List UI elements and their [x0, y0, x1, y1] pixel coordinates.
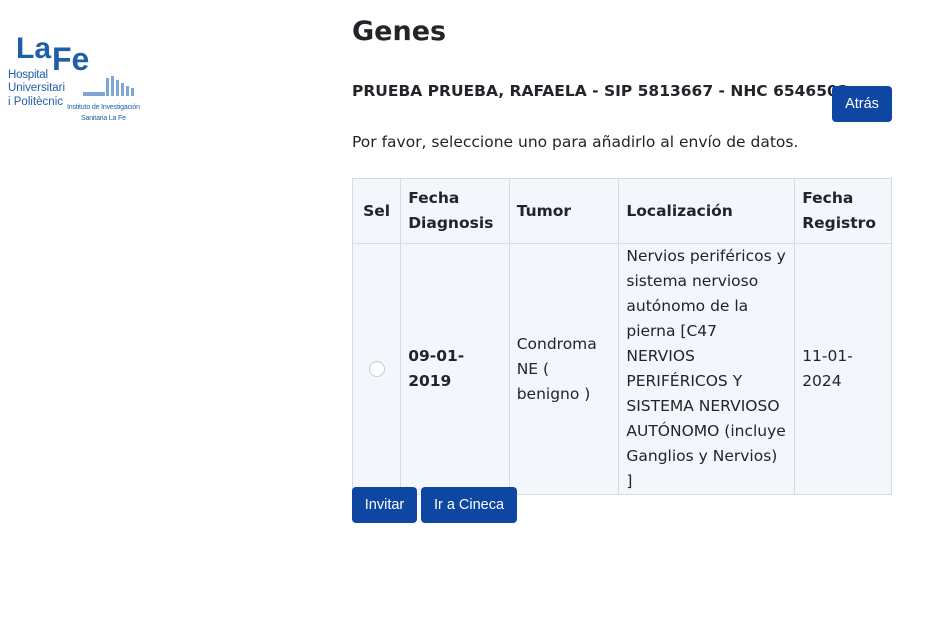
- table-header-row: Sel Fecha Diagnosis Tumor Localización F…: [351, 178, 892, 244]
- hospital-line-1: Hospital: [8, 69, 48, 81]
- instructions-text: Por favor, seleccione uno para añadirlo …: [352, 133, 799, 151]
- header-sel: Sel: [351, 178, 402, 244]
- table-row[interactable]: 09-01-2019 Condroma NE ( benigno ) Nervi…: [351, 243, 892, 495]
- diagnosis-table: Sel Fecha Diagnosis Tumor Localización F…: [351, 178, 892, 495]
- hospital-line-2: Universitari: [8, 82, 65, 94]
- header-fecha-diagnosis: Fecha Diagnosis: [400, 178, 510, 244]
- header-fecha-registro: Fecha Registro: [794, 178, 892, 244]
- invite-button[interactable]: Invitar: [352, 487, 417, 523]
- header-localizacion: Localización: [618, 178, 796, 244]
- brand-fe: Fe: [52, 41, 89, 77]
- back-button[interactable]: Atrás: [832, 86, 892, 122]
- brand-la: La: [16, 32, 51, 65]
- la-fe-logo-graphic: La Fe Hospital Universitari i Politècnic…: [8, 32, 140, 122]
- institute-line-1: Instituto de Investigación: [67, 104, 140, 111]
- cell-localizacion: Nervios periféricos y sistema nervioso a…: [618, 243, 796, 495]
- institute-building-icon: [83, 76, 134, 96]
- cell-tumor: Condroma NE ( benigno ): [508, 243, 620, 495]
- header-tumor: Tumor: [508, 178, 620, 244]
- hospital-line-3: i Politècnic: [8, 96, 63, 108]
- row-select-radio[interactable]: [368, 361, 385, 377]
- patient-info: PRUEBA PRUEBA, RAFAELA - SIP 5813667 - N…: [352, 82, 849, 100]
- institute-line-2: Sanitaria La Fe: [81, 115, 126, 122]
- cell-fecha-diagnosis: 09-01-2019: [400, 243, 510, 495]
- go-to-cineca-button[interactable]: Ir a Cineca: [421, 487, 517, 523]
- cell-fecha-registro: 11-01-2024: [794, 243, 892, 495]
- hospital-logo: La Fe Hospital Universitari i Politècnic…: [8, 30, 148, 125]
- cell-sel: [351, 243, 402, 495]
- page-title: Genes: [352, 16, 447, 47]
